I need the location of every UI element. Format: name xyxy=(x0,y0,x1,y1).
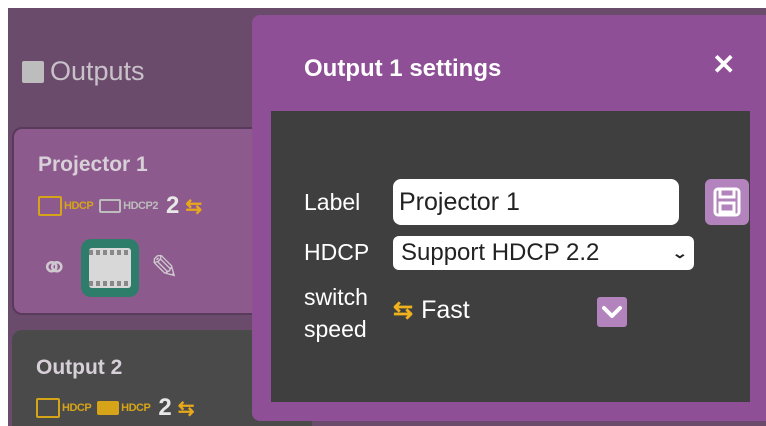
hdcp-field-label: HDCP xyxy=(304,239,370,265)
switch-speed-dropdown-button[interactable] xyxy=(597,297,627,327)
switch-speed-label: switch speed xyxy=(304,281,368,345)
video-button[interactable] xyxy=(80,239,139,297)
output-badges: HDCP HDCP2 2 ⇆ xyxy=(38,192,202,220)
hdcp2-badge: HDCP2 xyxy=(99,194,158,218)
film-icon xyxy=(88,248,131,288)
close-icon[interactable]: ✕ xyxy=(712,51,735,79)
switch-speed-value: Fast xyxy=(421,296,470,324)
swap-icon: ⇆ xyxy=(393,296,414,324)
switch-speed-label-line1: switch xyxy=(304,284,368,310)
chevron-down-icon: ⌄ xyxy=(671,244,689,261)
outputs-title: Outputs xyxy=(50,56,145,86)
monitor-icon xyxy=(99,199,122,213)
save-button[interactable] xyxy=(705,179,749,225)
output-badges: HDCP HDCP 2 ⇆ xyxy=(36,394,194,422)
hdcp-selected-value: Support HDCP 2.2 xyxy=(401,239,600,266)
modal-body: Label HDCP Support HDCP 2.2 ⌄ switch spe… xyxy=(271,111,750,402)
monitor-icon xyxy=(38,196,62,216)
output-card-title: Projector 1 xyxy=(38,153,148,176)
output-settings-modal: Output 1 settings ✕ Label HDCP Support H… xyxy=(252,15,766,421)
monitor-icon xyxy=(97,401,120,415)
output-card-title: Output 2 xyxy=(36,356,123,379)
output-card-tools: ⚭ ✎ xyxy=(40,239,179,297)
modal-title: Output 1 settings xyxy=(304,55,502,82)
channel-number: 2 xyxy=(158,394,172,421)
floppy-disk-icon xyxy=(713,187,741,217)
label-input[interactable] xyxy=(393,179,679,225)
channel-number: 2 xyxy=(165,192,180,219)
chevron-down-icon xyxy=(602,306,622,318)
monitor-icon xyxy=(36,398,60,418)
hdcp2-badge: HDCP xyxy=(97,396,151,420)
swap-icon: ⇆ xyxy=(177,397,195,420)
hdcp-badge: HDCP xyxy=(36,396,92,420)
outputs-header: Outputs xyxy=(22,56,145,87)
pencil-icon[interactable]: ✎ xyxy=(151,251,180,285)
hdcp-select[interactable]: Support HDCP 2.2 ⌄ xyxy=(393,236,694,270)
swap-icon: ⇆ xyxy=(185,195,203,218)
link-icon[interactable]: ⚭ xyxy=(40,251,69,285)
hdcp-badge: HDCP xyxy=(38,194,94,218)
label-field-label: Label xyxy=(304,189,361,215)
outputs-select-all-checkbox[interactable] xyxy=(22,60,44,83)
switch-speed-value-wrap: ⇆ Fast xyxy=(393,296,470,325)
switch-speed-label-line2: speed xyxy=(304,316,367,342)
